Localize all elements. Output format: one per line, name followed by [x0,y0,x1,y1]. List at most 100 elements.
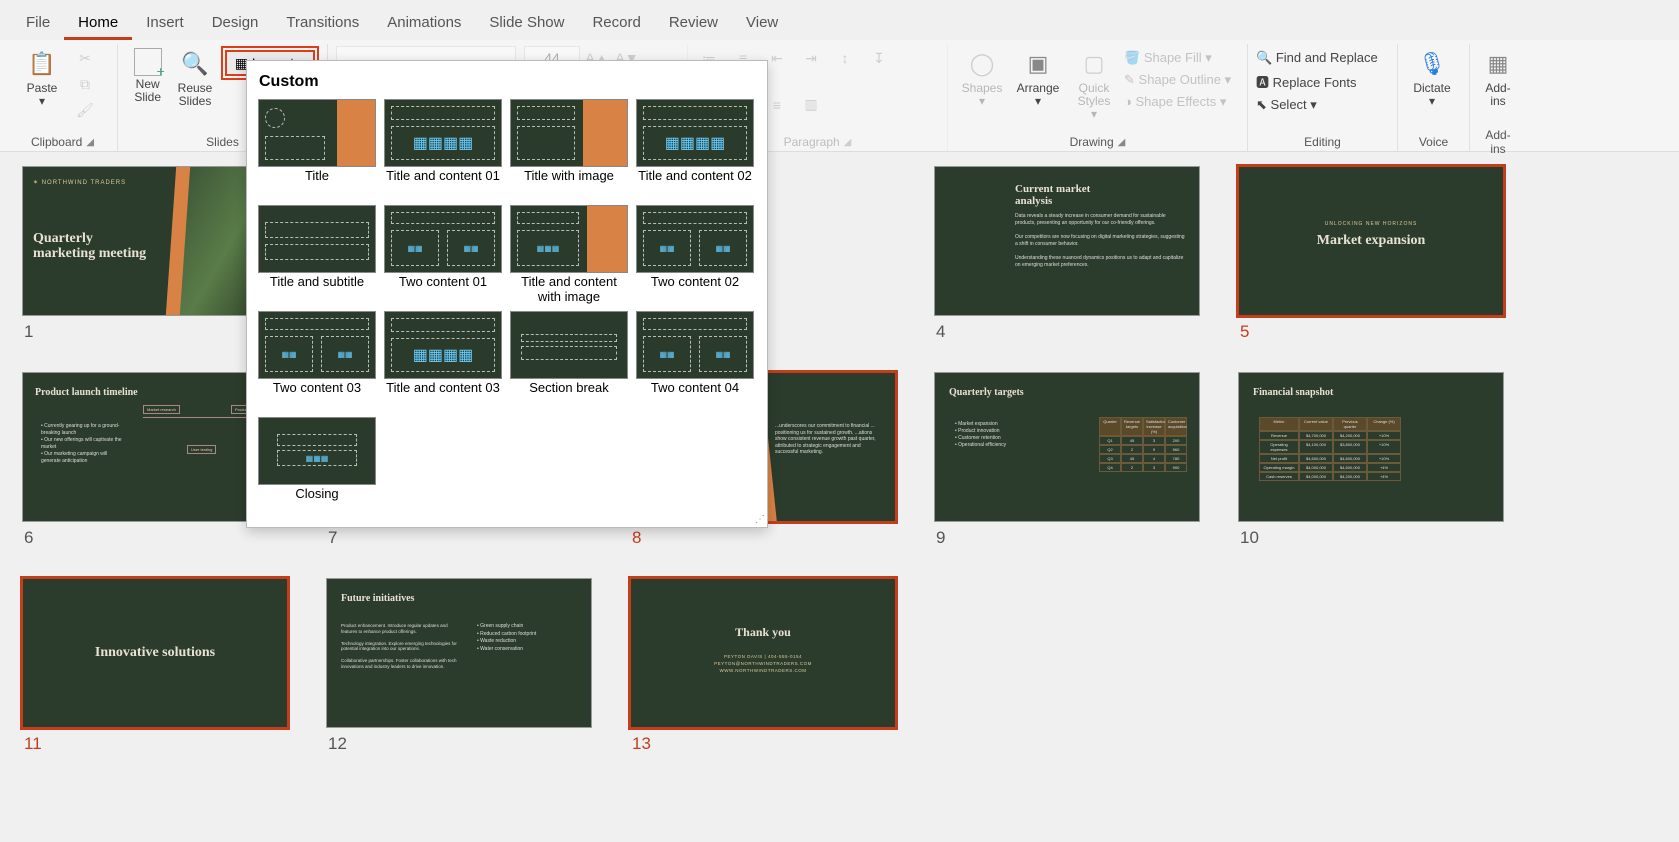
slide-item[interactable]: Current market analysisData reveals a st… [934,166,1200,342]
reuse-slides-button[interactable]: 🔍 Reuse Slides [173,46,216,124]
layout-option[interactable]: Title [257,99,377,199]
menu-review[interactable]: Review [655,8,732,40]
chevron-down-icon: ▾ [39,94,45,108]
menu-home[interactable]: Home [64,8,132,40]
menu-file[interactable]: File [12,8,64,40]
menu-design[interactable]: Design [198,8,273,40]
layout-option[interactable]: Section break [509,311,629,411]
layout-option-label: Title and content 01 [386,167,500,199]
menu-insert[interactable]: Insert [132,8,198,40]
dialog-launcher-icon[interactable]: ◢ [1118,137,1126,148]
slide-number: 11 [22,734,288,754]
effects-icon: ◑ [1124,94,1132,109]
slide-number: 10 [1238,528,1504,548]
menu-slideshow[interactable]: Slide Show [475,8,578,40]
arrange-button[interactable]: ▣Arrange▾ [1012,46,1064,124]
layout-option-label: Title [305,167,329,199]
menu-animations[interactable]: Animations [373,8,475,40]
replace-icon: 🅰 [1256,75,1269,90]
menu-transitions[interactable]: Transitions [272,8,373,40]
layout-option[interactable]: ▦▦▦▦Two content 01 [383,205,503,305]
layout-option-label: Title and content 02 [638,167,752,199]
cut-button[interactable]: ✂ [72,46,98,70]
layout-option[interactable]: ▦▦▦▦Title and content 01 [383,99,503,199]
paste-button[interactable]: 📋 Paste▾ [16,46,68,124]
addins-button[interactable]: ▦Add-ins [1478,46,1518,124]
layout-option-label: Closing [295,485,338,517]
slide-number: 13 [630,734,896,754]
slide-number: 5 [1238,322,1504,342]
slide-item[interactable]: Financial snapshotMetricCurrent valuePre… [1238,372,1504,548]
slide-number: 6 [22,528,288,548]
menu-record[interactable]: Record [578,8,654,40]
layout-option-label: Two content 04 [651,379,739,411]
slide-item[interactable]: Future initiativesProduct enhancement. I… [326,578,592,754]
slide-number: 7 [326,528,592,548]
layout-option[interactable]: Title and subtitle [257,205,377,305]
group-label-slides: Slides [206,135,239,149]
addins-icon: ▦ [1482,48,1514,80]
layout-option[interactable]: ▦▦▦▦Title and content 02 [635,99,755,199]
dialog-launcher-icon[interactable]: ◢ [844,137,852,148]
shape-effects-button[interactable]: ◑ Shape Effects ▾ [1124,94,1231,110]
new-slide-button[interactable]: + New Slide [126,46,169,124]
quick-styles-button[interactable]: ▢Quick Styles▾ [1068,46,1120,124]
clipboard-icon: 📋 [26,48,58,80]
layout-option[interactable]: Title with image [509,99,629,199]
menu-view[interactable]: View [732,8,792,40]
slide-number: 8 [630,528,896,548]
indent-right-button[interactable]: ⇥ [798,46,824,70]
layout-option-label: Title with image [524,167,614,199]
layout-option[interactable]: ▦▦▦▦Two content 03 [257,311,377,411]
columns-button[interactable]: ▥ [798,93,824,117]
slide-item[interactable]: Thank youPEYTON DAVIS | 404-555-0154PEYT… [630,578,896,754]
group-label-voice: Voice [1419,135,1448,149]
gallery-header: Custom [257,69,757,99]
find-replace-button[interactable]: 🔍 Find and Replace [1256,50,1378,66]
slide-item[interactable]: UNLOCKING NEW HORIZONSMarket expansion5 [1238,166,1504,342]
slide-number: 9 [934,528,1200,548]
menu-bar: File Home Insert Design Transitions Anim… [0,0,1679,40]
layout-option-label: Two content 01 [399,273,487,305]
microphone-icon: 🎙 [1416,48,1448,80]
layout-option[interactable]: ▦▦▦Closing [257,417,377,517]
quick-styles-icon: ▢ [1078,48,1110,80]
paint-bucket-icon: 🪣 [1124,50,1140,65]
replace-fonts-button[interactable]: 🅰 Replace Fonts [1256,72,1378,91]
format-painter-button[interactable]: 🖌 [72,98,98,122]
shape-fill-button[interactable]: 🪣 Shape Fill ▾ [1124,50,1231,66]
layout-option-label: Title and subtitle [270,273,364,305]
new-slide-icon: + [134,48,162,76]
search-icon: 🔍 [1256,50,1272,65]
slide-number: 12 [326,734,592,754]
layout-option-label: Title and content with image [509,273,629,305]
copy-button[interactable]: ⧉ [72,72,98,96]
cursor-icon: ⬉ [1256,97,1267,112]
layout-option[interactable]: ▦▦▦▦Title and content 03 [383,311,503,411]
select-button[interactable]: ⬉ Select ▾ [1256,97,1378,113]
layout-option[interactable]: ▦▦▦Title and content with image [509,205,629,305]
shape-outline-button[interactable]: ✎ Shape Outline ▾ [1124,72,1231,88]
layout-option[interactable]: ▦▦▦▦Two content 02 [635,205,755,305]
layout-option-label: Two content 02 [651,273,739,305]
group-label-drawing: Drawing [1070,135,1114,149]
slide-number: 4 [934,322,1200,342]
slide-item[interactable]: Quarterly targets• Market expansion• Pro… [934,372,1200,548]
group-label-paragraph: Paragraph [784,135,840,149]
dialog-launcher-icon[interactable]: ◢ [86,137,94,148]
layout-option-label: Title and content 03 [386,379,500,411]
resize-grip-icon[interactable]: ⋰ [755,514,765,525]
group-label-editing: Editing [1304,135,1341,149]
dictate-button[interactable]: 🎙Dictate▾ [1406,46,1458,124]
shapes-button[interactable]: ◯Shapes▾ [956,46,1008,124]
group-label-clipboard: Clipboard [31,135,82,149]
pencil-icon: ✎ [1124,72,1135,87]
arrange-icon: ▣ [1022,48,1054,80]
layout-option-label: Two content 03 [273,379,361,411]
text-direction-button[interactable]: ↧ [866,46,892,70]
shapes-icon: ◯ [966,48,998,80]
layout-option[interactable]: ▦▦▦▦Two content 04 [635,311,755,411]
line-spacing-button[interactable]: ↕ [832,46,858,70]
slide-item[interactable]: Innovative solutions11 [22,578,288,754]
layout-gallery-popup: Custom Title▦▦▦▦Title and content 01Titl… [246,60,768,528]
